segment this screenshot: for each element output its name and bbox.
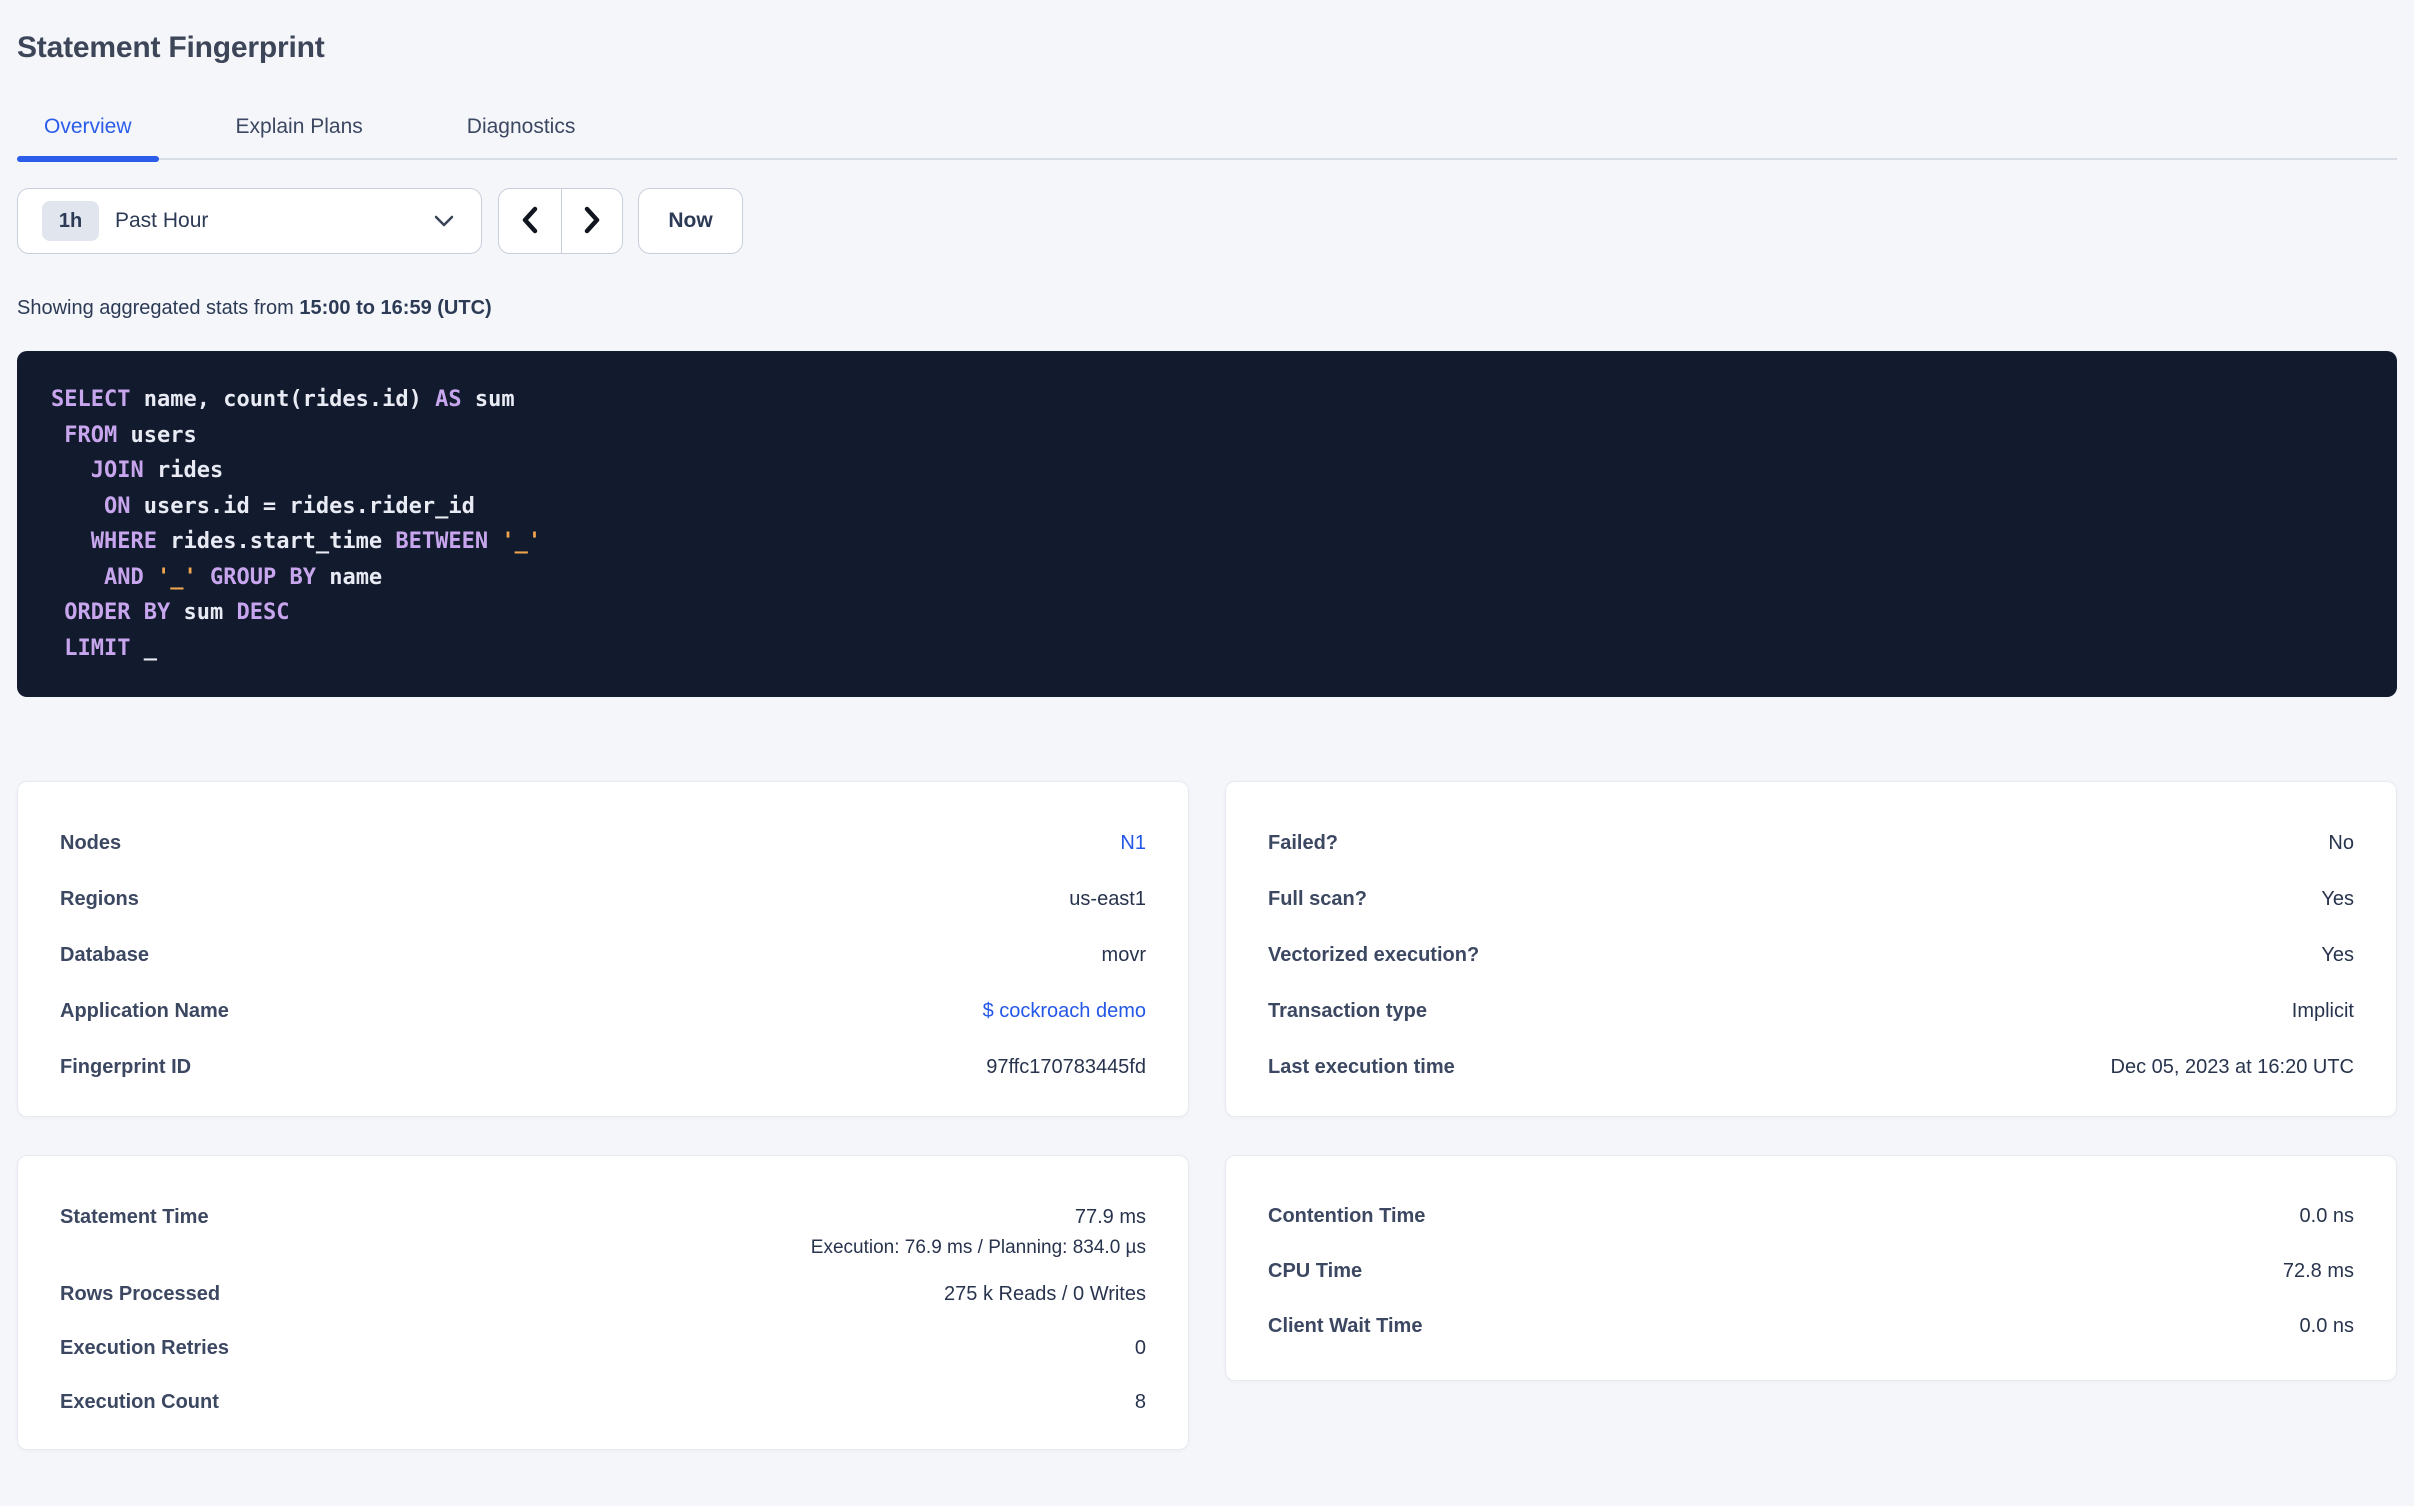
- execution-attributes-card: Failed? No Full scan? Yes Vectorized exe…: [1225, 781, 2397, 1117]
- tab-explain-plans[interactable]: Explain Plans: [209, 113, 390, 158]
- row-value: 0.0 ns: [2299, 1205, 2354, 1227]
- row-label: Transaction type: [1268, 999, 1427, 1022]
- table-row: Client Wait Time 0.0 ns: [1268, 1299, 2354, 1354]
- row-label: Last execution time: [1268, 1055, 1455, 1078]
- stats-cards: Statement Time 77.9 ms Execution: 76.9 m…: [17, 1155, 2397, 1450]
- table-row: CPU Time 72.8 ms: [1268, 1244, 2354, 1299]
- row-value: 275 k Reads / 0 Writes: [944, 1282, 1146, 1305]
- table-row: Contention Time 0.0 ns: [1268, 1189, 2354, 1244]
- row-label: Application Name: [60, 999, 229, 1022]
- table-row: Database movr: [60, 927, 1146, 983]
- row-value: 0.0 ns: [2299, 1315, 2354, 1337]
- table-row: Nodes N1: [60, 815, 1146, 871]
- table-row: Failed? No: [1268, 815, 2354, 871]
- table-row: Fingerprint ID 97ffc170783445fd: [60, 1039, 1146, 1095]
- table-row: Application Name $ cockroach demo: [60, 983, 1146, 1039]
- row-value: us-east1: [1069, 887, 1146, 910]
- application-name-link[interactable]: $ cockroach demo: [983, 1000, 1146, 1023]
- time-arrow-group: [498, 188, 623, 254]
- row-label: CPU Time: [1268, 1260, 1363, 1282]
- chevron-down-icon: [433, 214, 455, 228]
- row-value: 72.8 ms: [2282, 1260, 2354, 1282]
- tab-overview[interactable]: Overview: [17, 113, 159, 162]
- row-label: Fingerprint ID: [60, 1055, 192, 1078]
- statement-time-value: 77.9 ms: [1074, 1205, 1146, 1228]
- time-controls: 1h Past Hour Now: [17, 188, 2397, 254]
- aggregated-stats-caption: Showing aggregated stats from 15:00 to 1…: [17, 296, 2397, 320]
- row-label: Nodes: [60, 831, 122, 854]
- row-value: Yes: [2321, 887, 2354, 910]
- row-label: Vectorized execution?: [1268, 943, 1480, 966]
- tab-diagnostics[interactable]: Diagnostics: [440, 113, 603, 158]
- row-value: 8: [1134, 1390, 1146, 1413]
- row-label: Client Wait Time: [1268, 1315, 1423, 1337]
- row-value: Yes: [2321, 943, 2354, 966]
- page-title: Statement Fingerprint: [17, 31, 325, 64]
- table-row: Rows Processed 275 k Reads / 0 Writes: [60, 1267, 1146, 1321]
- row-label: Failed?: [1268, 831, 1339, 854]
- tabbar: Overview Explain Plans Diagnostics: [17, 113, 2397, 162]
- now-button[interactable]: Now: [638, 188, 743, 254]
- prev-time-button[interactable]: [499, 189, 561, 253]
- time-range-dropdown[interactable]: 1h Past Hour: [17, 188, 482, 254]
- time-stats-card: Contention Time 0.0 ns CPU Time 72.8 ms …: [1225, 1155, 2397, 1381]
- chevron-left-icon: [519, 205, 541, 238]
- sql-statement-box: SELECT name, count(rides.id) AS sum FROM…: [17, 351, 2397, 697]
- table-row: Execution Retries 0: [60, 1321, 1146, 1375]
- sql-code: SELECT name, count(rides.id) AS sum FROM…: [51, 387, 542, 661]
- caption-prefix: Showing aggregated stats from: [17, 297, 300, 319]
- table-row: Execution Count 8: [60, 1375, 1146, 1429]
- time-range-label: Past Hour: [115, 209, 209, 232]
- next-time-button[interactable]: [560, 189, 623, 253]
- statement-time-card: Statement Time 77.9 ms Execution: 76.9 m…: [17, 1155, 1189, 1450]
- row-label: Rows Processed: [60, 1282, 221, 1305]
- table-row: Last execution time Dec 05, 2023 at 16:2…: [1268, 1039, 2354, 1095]
- row-label: Statement Time: [60, 1205, 209, 1228]
- nodes-link[interactable]: N1: [1120, 832, 1146, 855]
- row-label: Database: [60, 943, 149, 966]
- duration-badge: 1h: [42, 201, 99, 241]
- row-value: Implicit: [2291, 999, 2354, 1022]
- row-label: Execution Retries: [60, 1336, 229, 1359]
- table-row: Full scan? Yes: [1268, 871, 2354, 927]
- row-value: No: [2328, 831, 2354, 854]
- row-value: movr: [1101, 943, 1146, 966]
- statement-time-breakdown: Execution: 76.9 ms / Planning: 834.0 µs: [810, 1237, 1146, 1258]
- last-execution-time-value: Dec 05, 2023 at 16:20 UTC: [2110, 1055, 2354, 1078]
- table-row: Vectorized execution? Yes: [1268, 927, 2354, 983]
- overview-cards: Nodes N1 Regions us-east1 Database movr …: [17, 781, 2397, 1117]
- table-row: Transaction type Implicit: [1268, 983, 2354, 1039]
- row-label: Execution Count: [60, 1390, 219, 1413]
- caption-time-range: 15:00 to 16:59 (UTC): [299, 297, 492, 319]
- statement-details-card: Nodes N1 Regions us-east1 Database movr …: [17, 781, 1189, 1117]
- row-label: Contention Time: [1268, 1205, 1426, 1227]
- row-label: Full scan?: [1268, 887, 1367, 910]
- fingerprint-id-value: 97ffc170783445fd: [986, 1055, 1146, 1078]
- table-row: Regions us-east1: [60, 871, 1146, 927]
- chevron-right-icon: [581, 205, 603, 238]
- row-value: 0: [1134, 1336, 1146, 1359]
- statement-fingerprint-page: Statement Fingerprint Overview Explain P…: [0, 28, 2414, 1506]
- row-label: Regions: [60, 887, 139, 910]
